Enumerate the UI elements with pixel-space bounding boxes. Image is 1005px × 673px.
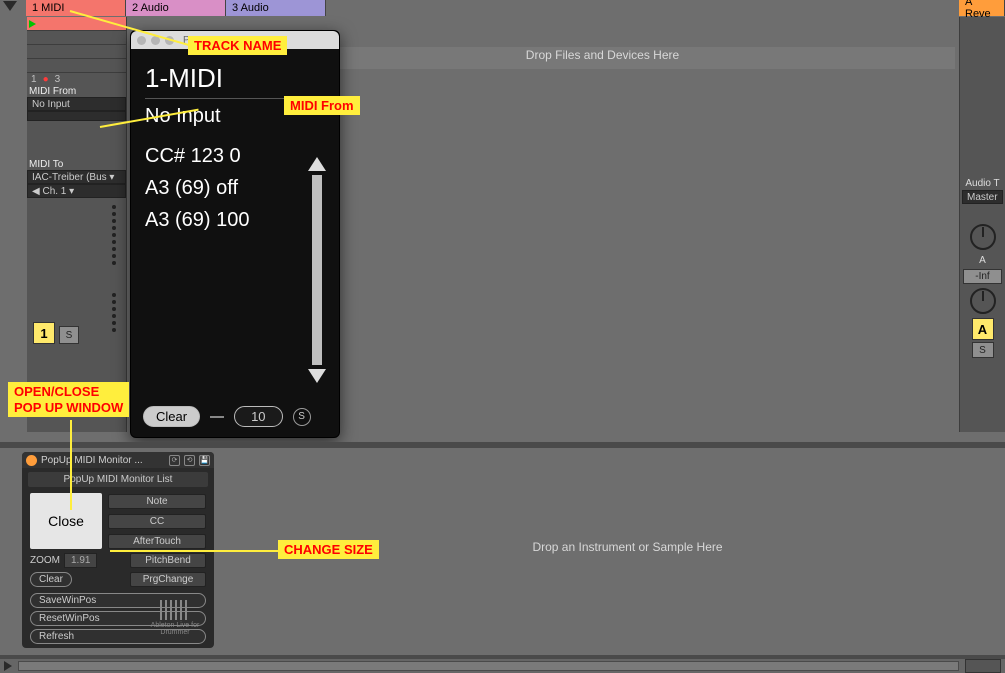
annotation-line (70, 420, 72, 510)
track-activator-1[interactable]: 1 (33, 322, 55, 344)
logo-caption: Ableton Live for Drummer (144, 622, 206, 636)
drop-instrument-hint: Drop an Instrument or Sample Here (280, 540, 975, 554)
status-num-right: 3 (55, 74, 61, 85)
device-close-button[interactable]: Close (30, 493, 102, 549)
solo-button[interactable]: S (59, 326, 79, 344)
play-icon (29, 20, 36, 28)
clip-slot[interactable] (27, 59, 126, 73)
midi-to-channel-select[interactable]: ◀ Ch. 1 ▾ (27, 184, 126, 198)
midi-monitor-popup: P 1-MIDI No Input CC# 123 0 A3 (69) off … (130, 30, 340, 438)
filter-aftertouch-button[interactable]: AfterTouch (108, 534, 206, 549)
ableton-logo-icon (160, 600, 190, 620)
traffic-light-close-icon[interactable] (137, 36, 146, 45)
device-save-icon[interactable]: 💾 (199, 455, 210, 466)
popup-track-name: 1-MIDI (145, 63, 325, 99)
clip-slot[interactable] (27, 45, 126, 59)
pan-knob[interactable] (970, 288, 996, 314)
device-header[interactable]: PopUp MIDI Monitor ... ⟳ ⟲ 💾 (22, 452, 214, 468)
midi-from-channel-select[interactable] (27, 111, 126, 121)
device-title: PopUp MIDI Monitor ... (41, 455, 165, 466)
arrangement-footer (0, 655, 1005, 673)
annotation-openclose: OPEN/CLOSE POP UP WINDOW (8, 382, 129, 417)
audio-to-label: Audio T (960, 177, 1005, 190)
return-solo-button[interactable]: S (972, 342, 994, 358)
zoom-label: ZOOM (30, 555, 60, 566)
device-subtitle: PopUp MIDI Monitor List (28, 472, 208, 487)
mixer-strip-1-midi: 1 ● 3 MIDI From No Input MIDI To IAC-Tre… (27, 17, 127, 432)
arrangement-end-box[interactable] (965, 659, 1001, 673)
midi-event-row: A3 (69) off (145, 172, 325, 204)
midi-from-select[interactable]: No Input (27, 97, 126, 111)
volume-value[interactable]: -Inf (963, 269, 1002, 284)
session-view-toggle-icon[interactable] (3, 1, 17, 11)
filter-pitchbend-button[interactable]: PitchBend (130, 553, 206, 568)
device-power-icon[interactable] (26, 455, 37, 466)
track-status-row: 1 ● 3 (27, 73, 126, 86)
filter-prgchange-button[interactable]: PrgChange (130, 572, 206, 587)
scroll-track[interactable] (315, 175, 319, 365)
record-indicator-icon: ● (43, 74, 49, 85)
status-num-left: 1 (31, 74, 37, 85)
meter-dots (110, 290, 118, 335)
annotation-changesize: CHANGE SIZE (278, 540, 379, 559)
popup-lines-value[interactable]: 10 (234, 406, 282, 427)
filter-cc-button[interactable]: CC (108, 514, 206, 529)
annotation-trackname: TRACK NAME (188, 36, 287, 55)
knob-label: A (960, 254, 1005, 267)
scroll-up-icon[interactable] (308, 157, 326, 171)
midi-to-label: MIDI To (27, 159, 126, 170)
device-clear-button[interactable]: Clear (30, 572, 72, 587)
scroll-down-icon[interactable] (308, 369, 326, 383)
annotation-midifrom: MIDI From (284, 96, 360, 115)
track-tab-3-audio[interactable]: 3 Audio (226, 0, 326, 16)
meter-dots (110, 202, 118, 268)
track-header-strip: 1 MIDI 2 Audio 3 Audio A Reve (26, 0, 1005, 16)
track-tab-2-audio[interactable]: 2 Audio (126, 0, 226, 16)
arrangement-scroll[interactable] (18, 661, 959, 671)
scroll-thumb[interactable] (312, 175, 322, 365)
device-icon-1[interactable]: ⟳ (169, 455, 180, 466)
popup-clear-button[interactable]: Clear (143, 406, 200, 427)
drop-files-hint: Drop Files and Devices Here (260, 48, 945, 68)
midi-event-row: CC# 123 0 (145, 140, 325, 172)
popup-solo-toggle[interactable]: S (293, 408, 311, 426)
device-logo: Ableton Live for Drummer (144, 600, 206, 642)
return-track-tab-a[interactable]: A Reve (959, 0, 1005, 16)
midi-event-row: A3 (69) 100 (145, 204, 325, 236)
midi-event-list: CC# 123 0 A3 (69) off A3 (69) 100 (145, 140, 325, 236)
send-knob[interactable] (970, 224, 996, 250)
play-icon[interactable] (4, 661, 12, 671)
return-strip-a: Audio T Master A -Inf A S (959, 17, 1005, 432)
popup-scrollbar[interactable] (307, 157, 327, 383)
device-icon-2[interactable]: ⟲ (184, 455, 195, 466)
return-activator-a[interactable]: A (972, 318, 994, 340)
filter-note-button[interactable]: Note (108, 494, 206, 509)
midi-from-label: MIDI From (27, 86, 126, 97)
clip-slot[interactable] (27, 31, 126, 45)
separator (210, 416, 224, 418)
zoom-value-field[interactable]: 1.91 (64, 553, 97, 568)
midi-to-select[interactable]: IAC-Treiber (Bus ▾ (27, 170, 126, 184)
annotation-line (110, 550, 278, 552)
audio-to-select[interactable]: Master (962, 190, 1003, 204)
